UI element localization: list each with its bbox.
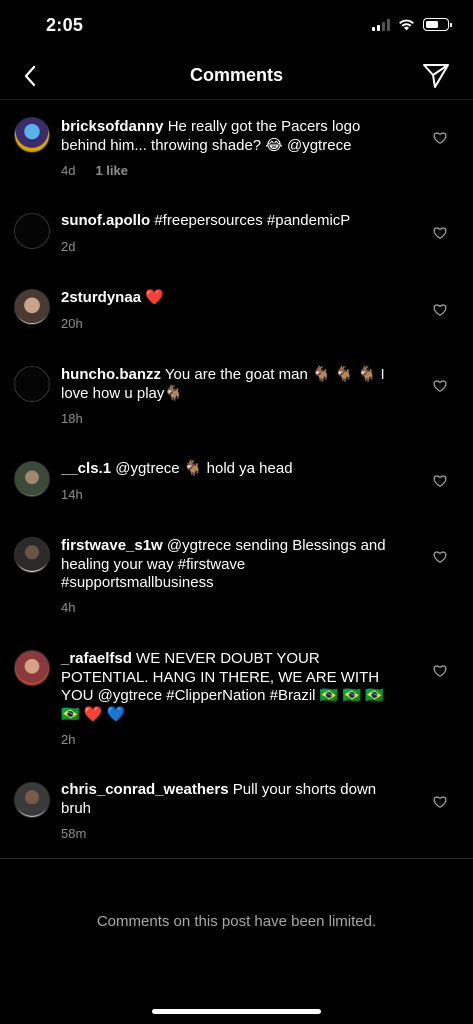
comment-likes[interactable]: 1 like — [95, 163, 128, 178]
comment-username[interactable]: _rafaelfsd — [61, 650, 132, 667]
battery-icon — [423, 18, 452, 31]
heart-icon[interactable] — [433, 664, 447, 678]
avatar[interactable] — [14, 213, 50, 249]
comment-time: 4h — [61, 600, 76, 615]
comment-time: 58m — [61, 826, 87, 841]
avatar[interactable] — [14, 537, 50, 573]
comment-text: ❤️ — [145, 289, 164, 306]
comment-username[interactable]: __cls.1 — [61, 460, 111, 477]
comment-username[interactable]: sunof.apollo — [61, 212, 150, 229]
comment-meta: 14h — [61, 487, 83, 502]
comment-username[interactable]: firstwave_s1w — [61, 537, 163, 554]
share-button[interactable] — [421, 61, 451, 91]
status-bar: 2:05 — [0, 0, 473, 52]
comment-username[interactable]: huncho.banzz — [61, 366, 161, 383]
comment-text: @ygtrece 🐐 hold ya head — [115, 460, 293, 477]
avatar[interactable] — [14, 366, 50, 402]
comment-time: 18h — [61, 411, 83, 426]
heart-icon[interactable] — [433, 379, 447, 393]
comment-time: 14h — [61, 487, 83, 502]
heart-icon[interactable] — [433, 795, 447, 809]
comment-username[interactable]: chris_conrad_weathers — [61, 781, 229, 798]
avatar[interactable] — [14, 461, 50, 497]
avatar[interactable] — [14, 650, 50, 686]
comment-username[interactable]: bricksofdanny — [61, 118, 164, 135]
comment-meta: 20h — [61, 316, 83, 331]
heart-icon[interactable] — [433, 474, 447, 488]
avatar[interactable] — [14, 289, 50, 325]
comment-time: 4d — [61, 163, 76, 178]
wifi-icon — [399, 19, 414, 31]
avatar[interactable] — [14, 117, 50, 153]
comment-time: 2d — [61, 239, 76, 254]
comment-meta: 18h — [61, 411, 83, 426]
comment-meta: 2d — [61, 239, 75, 254]
comment-username[interactable]: 2sturdynaa — [61, 289, 141, 306]
paper-plane-icon — [423, 64, 449, 88]
comment-time: 20h — [61, 316, 83, 331]
status-icons — [372, 18, 452, 31]
comment-meta: 4h — [61, 600, 75, 615]
comment-time: 2h — [61, 732, 76, 747]
home-indicator[interactable] — [152, 1009, 321, 1014]
comment-text: #freepersources #pandemicP — [154, 212, 351, 229]
heart-icon[interactable] — [433, 131, 447, 145]
page-title: Comments — [189, 65, 283, 85]
comment-meta: 2h — [61, 732, 75, 747]
comment-meta: 58m — [61, 826, 86, 841]
comments-limited-notice: Comments on this post have been limited. — [96, 913, 377, 930]
avatar[interactable] — [14, 782, 50, 818]
heart-icon[interactable] — [433, 550, 447, 564]
heart-icon[interactable] — [433, 226, 447, 240]
heart-icon[interactable] — [433, 303, 447, 317]
nav-bar: Comments — [0, 52, 473, 100]
status-time: 2:05 — [46, 15, 84, 35]
signal-icon — [372, 18, 390, 31]
divider — [0, 858, 473, 859]
comment-meta: 4d 1 like — [61, 163, 128, 178]
